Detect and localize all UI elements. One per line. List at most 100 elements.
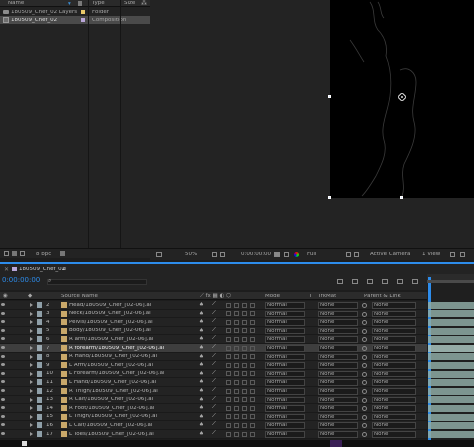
parent-dropdown[interactable]: None — [372, 370, 416, 378]
quality-switch-icon[interactable]: ⟋ — [212, 353, 216, 360]
motion-blur-switch[interactable] — [242, 319, 247, 325]
layer-row[interactable]: 2 Head/180509_Chef_[02-06].ai ♠ ⟋ Normal None… — [0, 301, 427, 310]
toggle-pixel-icon[interactable] — [450, 252, 455, 257]
av-features-icon[interactable]: ◉ — [3, 293, 8, 299]
camera-dropdown[interactable]: Active Camera — [370, 252, 410, 258]
time-graph[interactable] — [427, 274, 474, 447]
layer-name[interactable]: R Foot/180509_Chef_[02-06].ai — [69, 406, 154, 412]
quality-switch-icon[interactable]: ⟋ — [212, 387, 216, 394]
parent-dropdown[interactable]: None — [372, 327, 416, 335]
blend-mode-dropdown[interactable]: Normal — [265, 370, 305, 378]
region-icon[interactable] — [156, 252, 162, 257]
pick-whip-icon[interactable] — [362, 311, 367, 317]
visibility-eye-icon[interactable] — [1, 423, 5, 427]
frame-blend-switch[interactable] — [234, 388, 239, 394]
layer-duration-bar[interactable] — [428, 362, 474, 369]
adjustment-switch[interactable] — [250, 302, 255, 308]
blend-mode-dropdown[interactable]: Normal — [265, 319, 305, 326]
quality-switch-icon[interactable]: ⟋ — [212, 318, 216, 325]
pick-whip-icon[interactable] — [362, 406, 367, 412]
shy-switch-icon[interactable]: ♠ — [199, 405, 204, 411]
motion-blur-switch[interactable] — [242, 345, 247, 351]
quality-switch-icon[interactable]: ⟋ — [212, 396, 216, 403]
pick-whip-icon[interactable] — [362, 320, 367, 326]
shy-switch-icon[interactable]: ♠ — [199, 414, 204, 420]
comp-flowchart-icon[interactable] — [337, 279, 343, 284]
layer-row[interactable]: 14 R Foot/180509_Chef_[02-06].ai ♠ ⟋ Normal N… — [0, 404, 427, 413]
blend-mode-dropdown[interactable]: Normal — [265, 396, 305, 404]
layer-label-color[interactable] — [37, 370, 42, 377]
frame-blend-switch[interactable] — [234, 379, 239, 385]
mask-icon[interactable] — [220, 252, 225, 257]
trkmat-dropdown[interactable]: None — [318, 388, 358, 395]
layer-name[interactable]: L Hand/180509_Chef_[02-06].ai — [69, 380, 156, 386]
layer-row[interactable]: 9 L Arm/180509_Chef_[02-06].ai ♠ ⟋ Normal Non… — [0, 361, 427, 370]
layer-duration-bar[interactable] — [428, 430, 474, 438]
zoom-dropdown[interactable]: 50% — [185, 252, 197, 258]
frame-blend-switch[interactable] — [234, 302, 239, 308]
pick-whip-icon[interactable] — [362, 354, 367, 360]
blend-mode-dropdown[interactable]: Normal — [265, 405, 305, 412]
work-area-bar[interactable] — [427, 280, 474, 283]
frame-blend-switch[interactable] — [234, 431, 239, 437]
expand-layer-icon[interactable] — [30, 406, 33, 411]
frame-blend-switch[interactable] — [234, 362, 239, 368]
col-type[interactable]: Type — [92, 1, 105, 7]
layer-duration-bar[interactable] — [428, 370, 474, 378]
layer-label-color[interactable] — [37, 302, 42, 308]
layer-duration-bar[interactable] — [428, 413, 474, 421]
expand-layer-icon[interactable] — [30, 389, 33, 393]
visibility-eye-icon[interactable] — [1, 414, 5, 418]
effects-switch[interactable] — [226, 362, 231, 368]
quality-switch-icon[interactable]: ⟋ — [212, 301, 216, 308]
quality-switch-icon[interactable]: ⟋ — [212, 370, 216, 377]
layer-label-color[interactable] — [37, 319, 42, 326]
pick-whip-icon[interactable] — [362, 432, 367, 437]
trkmat-dropdown[interactable]: None — [318, 396, 358, 404]
layer-name[interactable]: L Forearm/180509_Chef_[02-06].ai — [69, 371, 164, 377]
layer-duration-bar[interactable] — [428, 310, 474, 318]
layer-label-color[interactable] — [37, 327, 42, 334]
shy-switch-icon[interactable]: ♠ — [199, 371, 204, 377]
effects-switch[interactable] — [226, 354, 231, 360]
anchor-point-icon[interactable] — [398, 93, 406, 101]
expand-layer-icon[interactable] — [30, 303, 33, 307]
expand-layer-icon[interactable] — [30, 380, 33, 385]
expand-layer-icon[interactable] — [30, 371, 33, 376]
adjustment-switch[interactable] — [250, 397, 255, 403]
frame-blend-switch[interactable] — [234, 405, 239, 411]
trkmat-dropdown[interactable]: None — [318, 327, 358, 335]
quality-switch-icon[interactable]: ⟋ — [212, 335, 216, 342]
pick-whip-icon[interactable] — [362, 346, 367, 351]
reset-exposure-icon[interactable] — [460, 252, 465, 257]
adjustment-switch[interactable] — [250, 336, 255, 342]
expand-layer-icon[interactable] — [30, 414, 33, 419]
motion-blur-switch[interactable] — [242, 431, 247, 437]
frame-blend-icon[interactable] — [367, 279, 373, 284]
layer-name[interactable]: R Calf/180509_Chef_[02-06].ai — [69, 397, 153, 403]
layer-duration-bar[interactable] — [428, 379, 474, 387]
layer-name[interactable]: Body/180509_Chef_[02-06].ai — [69, 328, 151, 334]
layer-name[interactable]: L Toes/180509_Chef_[02-06].ai — [69, 432, 154, 438]
graph-editor-icon[interactable] — [397, 279, 403, 284]
col-parent[interactable]: Parent & Link — [364, 294, 401, 300]
frame-blend-switch[interactable] — [234, 345, 239, 351]
layer-label-color[interactable] — [37, 413, 42, 420]
adjustment-switch[interactable] — [250, 319, 255, 325]
layer-duration-bar[interactable] — [428, 405, 474, 412]
motion-blur-switch[interactable] — [242, 336, 247, 342]
frame-blend-switch[interactable] — [234, 371, 239, 377]
camera-icon[interactable] — [274, 252, 280, 257]
visibility-eye-icon[interactable] — [1, 380, 5, 384]
layer-duration-bar[interactable] — [428, 327, 474, 335]
pick-whip-icon[interactable] — [362, 337, 367, 343]
effects-switch[interactable] — [226, 388, 231, 394]
frame-blend-switch[interactable] — [234, 319, 239, 325]
pick-whip-icon[interactable] — [362, 363, 367, 369]
motion-blur-switch[interactable] — [242, 397, 247, 403]
parent-dropdown[interactable]: None — [372, 379, 416, 386]
frame-blend-switch[interactable] — [234, 311, 239, 317]
effects-switch[interactable] — [226, 311, 231, 317]
col-trkmat[interactable]: TrkMat — [318, 294, 336, 300]
layer-row[interactable]: 16 L Calf/180509_Chef_[02-06].ai ♠ ⟋ Normal N… — [0, 421, 427, 430]
